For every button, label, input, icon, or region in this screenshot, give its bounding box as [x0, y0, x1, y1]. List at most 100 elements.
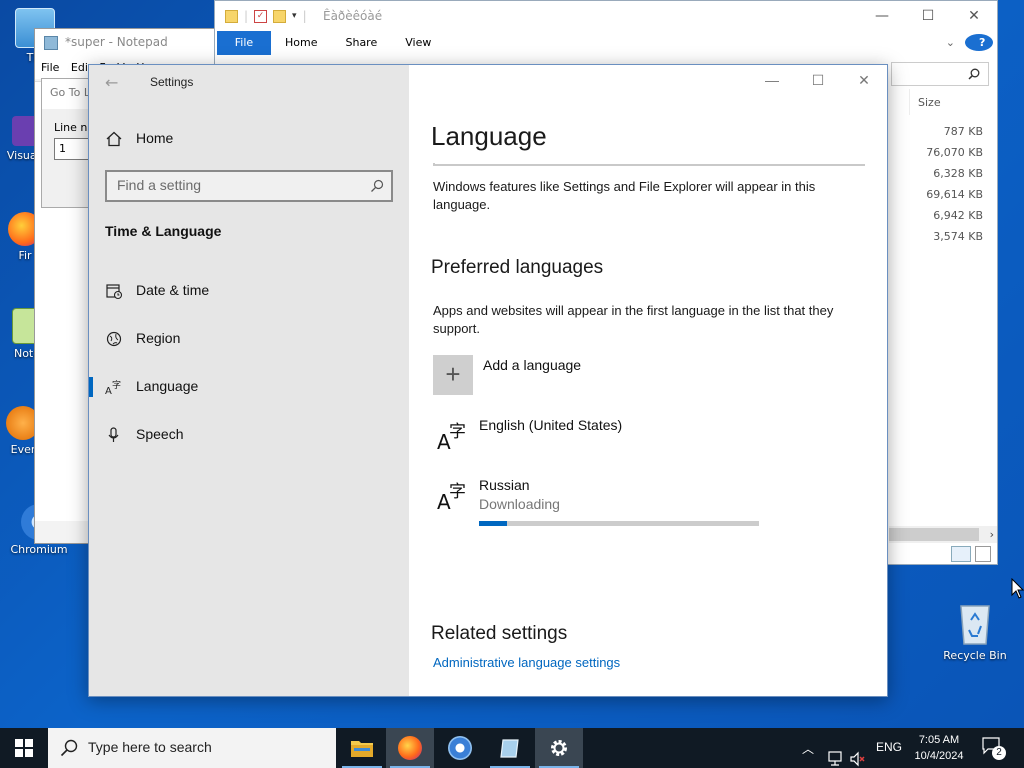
notification-count-badge: 2 — [992, 746, 1006, 760]
ribbon-tab-share[interactable]: Share — [331, 31, 391, 55]
settings-window-controls: — ☐ ✕ — [749, 65, 887, 95]
calendar-clock-icon — [106, 284, 123, 300]
add-language-button[interactable]: Add a language — [483, 357, 581, 373]
new-folder-icon[interactable] — [273, 9, 287, 23]
desktop-icon-recycle-bin[interactable]: Recycle Bin — [938, 600, 1012, 662]
maximize-button[interactable]: ☐ — [905, 1, 951, 31]
ribbon-tab-home[interactable]: Home — [271, 31, 331, 55]
file-size: 76,070 KB — [926, 146, 983, 159]
sidebar-section-title: Time & Language — [105, 223, 222, 239]
taskbar-clock[interactable]: 7:05 AM 10/4/2024 — [906, 732, 972, 764]
notepad-icon — [500, 739, 519, 758]
minimize-button[interactable]: — — [859, 1, 905, 31]
svg-text:A: A — [105, 386, 112, 396]
taskbar-firefox[interactable] — [386, 728, 434, 768]
windows-display-language-dropdown[interactable] — [433, 163, 865, 166]
sidebar-item-label: Date & time — [136, 282, 210, 298]
preferred-languages-description: Apps and websites will appear in the fir… — [433, 303, 834, 336]
volume-muted-icon[interactable] — [849, 739, 867, 768]
file-explorer-icon — [351, 741, 373, 757]
settings-sidebar: ← Settings Home Find a setting Time & La… — [89, 65, 409, 696]
network-icon[interactable] — [826, 739, 844, 768]
properties-check-icon[interactable]: ✓ — [254, 9, 268, 23]
file-size: 3,574 KB — [933, 230, 983, 243]
file-size-column: 787 KB 76,070 KB 6,328 KB 69,614 KB 6,94… — [905, 121, 983, 247]
search-placeholder: Find a setting — [117, 177, 202, 193]
sidebar-item-date-time[interactable]: Date & time — [89, 271, 409, 311]
action-center-button[interactable]: 2 — [982, 737, 1006, 760]
large-icons-view-icon[interactable] — [975, 546, 991, 562]
details-view-icon[interactable] — [951, 546, 971, 562]
chromium-icon — [448, 736, 472, 760]
desktop-icon-label: Chromium — [10, 543, 68, 556]
notepad-icon — [44, 36, 58, 50]
back-arrow-icon[interactable]: ← — [105, 73, 118, 92]
language-icon: A字 — [105, 379, 121, 396]
language-list-item-english[interactable]: English (United States) — [479, 417, 622, 433]
column-header-size[interactable]: Size — [909, 89, 989, 115]
sidebar-item-language[interactable]: A字 Language — [89, 367, 409, 407]
sidebar-item-label: Language — [136, 378, 199, 394]
scrollbar-thumb[interactable] — [889, 528, 979, 541]
explorer-search-box[interactable] — [891, 62, 989, 86]
close-button[interactable]: ✕ — [951, 1, 997, 31]
clock-time: 7:05 AM — [918, 734, 960, 746]
clock-date: 10/4/2024 — [914, 750, 964, 762]
search-icon — [60, 739, 78, 757]
sidebar-item-label: Speech — [136, 426, 184, 442]
ribbon-tab-view[interactable]: View — [391, 31, 445, 55]
recycle-bin-icon — [960, 605, 990, 645]
progress-fill — [479, 521, 507, 526]
maximize-button[interactable]: ☐ — [795, 65, 841, 95]
search-icon — [371, 179, 384, 192]
language-list-item-russian[interactable]: Russian — [479, 477, 530, 493]
quick-access-toolbar: | ✓ ▾ | — [225, 9, 307, 23]
explorer-titlebar[interactable]: | ✓ ▾ | Êàðèêóàé — ☐ ✕ — [215, 1, 997, 31]
svg-text:字: 字 — [449, 422, 466, 442]
file-size: 6,942 KB — [933, 209, 983, 222]
explorer-ribbon: File Home Share View ⌄ ? — [215, 31, 997, 55]
horizontal-scrollbar[interactable]: › — [889, 526, 997, 543]
start-button[interactable] — [0, 728, 48, 768]
add-language-plus-icon[interactable]: + — [433, 355, 473, 395]
taskbar-search-box[interactable]: Type here to search — [48, 728, 336, 768]
ribbon-tab-file[interactable]: File — [217, 31, 271, 55]
input-language-indicator[interactable]: ENG — [876, 740, 902, 768]
minimize-button[interactable]: — — [749, 65, 795, 95]
taskbar-settings[interactable] — [535, 728, 583, 768]
sidebar-item-home[interactable]: Home — [89, 119, 409, 159]
desktop-icon-label: Recycle Bin — [943, 649, 1007, 662]
microphone-icon — [108, 427, 119, 442]
close-button[interactable]: ✕ — [841, 65, 887, 95]
related-settings-title: Related settings — [431, 623, 568, 644]
svg-text:字: 字 — [449, 482, 466, 502]
notepad-title: *super - Notepad — [65, 35, 168, 49]
display-language-description: Windows features like Settings and File … — [433, 179, 816, 212]
sidebar-item-label: Region — [136, 330, 181, 346]
administrative-language-settings-link[interactable]: Administrative language settings — [433, 655, 620, 670]
sidebar-item-speech[interactable]: Speech — [89, 415, 409, 455]
file-size: 69,614 KB — [926, 188, 983, 201]
search-icon — [968, 68, 980, 80]
file-size: 787 KB — [943, 125, 983, 138]
taskbar-file-explorer[interactable] — [338, 728, 386, 768]
language-icon: A字 — [437, 422, 466, 451]
page-title: Language — [431, 121, 547, 151]
show-hidden-icons-chevron-icon[interactable]: ︿ — [802, 740, 814, 768]
mouse-cursor-icon — [1011, 578, 1024, 599]
preferred-languages-title: Preferred languages — [431, 257, 604, 278]
expand-ribbon-chevron-icon[interactable]: ⌄ — [932, 31, 969, 55]
taskbar-chromium[interactable] — [436, 728, 484, 768]
language-icon: A字 — [437, 482, 466, 511]
sidebar-item-label: Home — [136, 130, 174, 146]
find-setting-search[interactable]: Find a setting — [105, 170, 393, 202]
globe-icon — [106, 331, 122, 347]
notepad-titlebar[interactable]: *super - Notepad — [35, 29, 219, 57]
windows-logo-icon — [15, 739, 33, 757]
sidebar-item-region[interactable]: Region — [89, 319, 409, 359]
settings-window[interactable]: ← Settings Home Find a setting Time & La… — [88, 64, 888, 697]
help-icon[interactable]: ? — [965, 34, 993, 51]
customize-dropdown-icon[interactable]: ▾ — [292, 11, 297, 21]
scroll-right-arrow-icon[interactable]: › — [990, 526, 994, 543]
taskbar-notepad[interactable] — [486, 728, 534, 768]
